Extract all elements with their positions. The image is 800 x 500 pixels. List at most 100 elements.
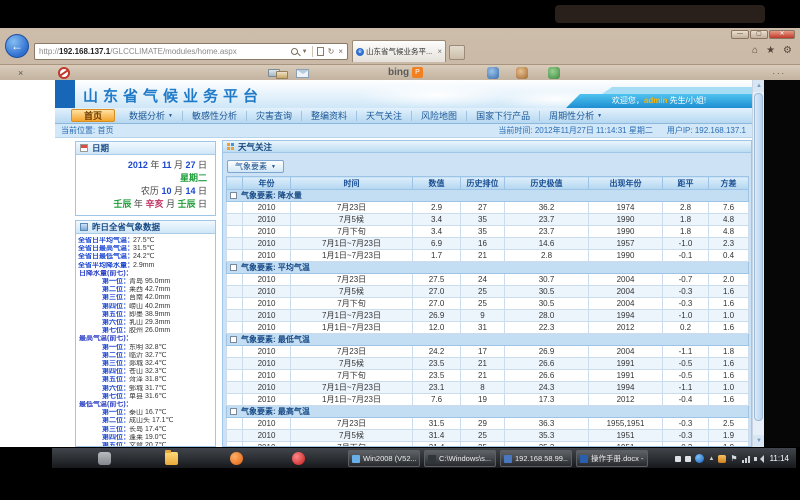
nav-tab-0[interactable]: 首页 (71, 109, 115, 122)
tab-close-icon[interactable]: × (437, 47, 442, 56)
taskbar-button-1[interactable]: C:\Windows\s... (424, 450, 496, 467)
hidden-icons-arrow-icon[interactable]: ▲ (708, 456, 714, 462)
taskbar-button-2[interactable]: 192.168.58.99... (500, 450, 572, 467)
taskbar-button-label: 192.168.58.99... (515, 454, 568, 463)
tray-app-icon[interactable] (695, 454, 704, 463)
section-checkbox[interactable] (230, 192, 237, 199)
addon-logo-icon[interactable] (58, 67, 70, 79)
nav-tab-2[interactable]: 敏感性分析 (183, 111, 247, 121)
taskbar-button-3[interactable]: 操作手册.docx -... (576, 450, 648, 467)
scrollbar-thumb[interactable] (754, 93, 763, 421)
start-button-fragment[interactable] (98, 452, 111, 465)
row-spacer-cell (227, 346, 243, 358)
row-spacer-cell (227, 226, 243, 238)
refresh-icon[interactable]: ↻ (328, 47, 335, 56)
rank-label: 第二位： (102, 286, 129, 294)
favorites-star-icon[interactable]: ★ (766, 44, 775, 58)
chevron-down-icon[interactable]: ▼ (302, 49, 308, 55)
tools-gear-icon[interactable]: ⚙ (783, 44, 792, 58)
browser-tab[interactable]: e 山东省气候业务平... × (352, 40, 446, 62)
taskbar-clock[interactable]: 11:14 (767, 454, 792, 463)
table-cell: 2010 (243, 322, 291, 334)
table-cell: 31.4 (413, 430, 461, 442)
desktop-background-strip (764, 80, 800, 447)
weather-rank-row: 第三位：莒南 42.0mm (78, 294, 214, 302)
table-cell: 35 (461, 214, 505, 226)
page-scrollbar[interactable]: ▲ ▼ (752, 80, 764, 447)
compatibility-icon[interactable] (317, 47, 324, 56)
current-time: 当前时间: 2012年11月27日 11:14:31 星期二 (498, 124, 652, 137)
chevron-down-icon: ▼ (597, 113, 602, 119)
table-cell: 12.0 (413, 322, 461, 334)
security-tray-icon[interactable] (718, 455, 726, 463)
new-tab-button[interactable] (449, 45, 465, 60)
row-spacer-cell (227, 214, 243, 226)
date-panel-body: 2012 年 11 月 27 日星期二农历 10 月 14 日壬辰 年 辛亥 月… (76, 155, 215, 215)
nav-tab-6[interactable]: 风险地图 (412, 111, 467, 121)
table-cell: 28.0 (505, 310, 589, 322)
media-player-icon[interactable] (292, 452, 305, 465)
nav-tab-4[interactable]: 整编资料 (302, 111, 357, 121)
table-cell: 2010 (243, 370, 291, 382)
person-icon[interactable] (516, 67, 528, 79)
search-icon[interactable] (291, 48, 298, 55)
table-cell: 30.5 (505, 286, 589, 298)
firefox-icon[interactable] (230, 452, 243, 465)
rank-label: 第六位： (102, 319, 129, 327)
stop-icon[interactable]: × (338, 47, 343, 56)
table-cell: 2010 (243, 226, 291, 238)
table-cell: 35 (461, 226, 505, 238)
system-tray: ▲ ⚑ 11:14 (675, 448, 792, 469)
address-bar[interactable]: http://192.168.137.1/GLCCLIMATE/modules/… (34, 43, 348, 60)
section-checkbox[interactable] (230, 264, 237, 271)
rank-value: 胶州 26.0mm (129, 327, 170, 334)
rank-value: 临沂 32.7℃ (129, 352, 166, 359)
section-checkbox[interactable] (230, 408, 237, 415)
rank-value: 莱西 42.7mm (129, 286, 170, 293)
language-indicator-icon[interactable] (675, 456, 681, 462)
toolbar-close-icon[interactable]: × (18, 68, 23, 78)
rank-label: 第一位： (102, 409, 129, 417)
minimize-button[interactable]: — (731, 30, 749, 39)
maximize-button[interactable]: ▢ (750, 30, 768, 39)
table-cell: 1月1日~7月23日 (291, 322, 413, 334)
element-filter-button[interactable]: 气象要素 ▼ (227, 160, 284, 173)
table-cell: 35.3 (505, 430, 589, 442)
action-center-flag-icon[interactable]: ⚑ (730, 454, 737, 464)
table-cell: 24 (461, 274, 505, 286)
tab-title: 山东省气候业务平... (366, 46, 432, 57)
mail-icon[interactable] (296, 69, 309, 78)
nav-tab-5[interactable]: 天气关注 (357, 111, 412, 121)
nav-tab-3[interactable]: 灾害查询 (247, 111, 302, 121)
explorer-folder-icon[interactable] (165, 452, 178, 465)
weather-rank-row: 第七位：胶州 26.0mm (78, 327, 214, 335)
rank-label: 第六位： (102, 385, 129, 393)
nav-tab-8[interactable]: 周期性分析▼ (540, 111, 611, 121)
browser-action-icons: ⌂ ★ ⚙ (752, 44, 792, 58)
home-icon[interactable]: ⌂ (752, 44, 758, 58)
taskbar-button-0[interactable]: Win2008 (V52... (348, 450, 420, 467)
ime-indicator-icon[interactable] (685, 456, 691, 462)
nav-tab-1[interactable]: 数据分析▼ (120, 111, 183, 121)
volume-icon[interactable] (754, 455, 763, 463)
toolbar-overflow-dots[interactable]: ... (772, 66, 786, 76)
bing-logo[interactable]: bing (388, 67, 409, 78)
table-cell: 1951 (589, 430, 663, 442)
camera-icon[interactable] (487, 67, 499, 79)
nav-tab-label: 首页 (84, 109, 102, 122)
section-row: 气象要素: 降水量 (227, 190, 749, 202)
table-cell: 2010 (243, 358, 291, 370)
date-part: 农历 (141, 186, 162, 196)
table-cell: 25 (461, 430, 505, 442)
close-button[interactable]: ✕ (769, 30, 795, 39)
nav-tab-7[interactable]: 国家下行产品 (467, 111, 540, 121)
network-icon[interactable] (742, 455, 750, 463)
back-button[interactable]: ← (5, 34, 29, 58)
weather-label: 全省平均降水量： (78, 262, 133, 270)
window-controls: — ▢ ✕ (730, 30, 795, 39)
addon-puzzle-icon[interactable] (548, 67, 560, 79)
bing-badge-icon[interactable]: P (412, 67, 423, 78)
card-icon-2[interactable] (276, 71, 288, 79)
section-checkbox[interactable] (230, 336, 237, 343)
weather-group-title: 日降水量(前七)： (78, 270, 214, 278)
